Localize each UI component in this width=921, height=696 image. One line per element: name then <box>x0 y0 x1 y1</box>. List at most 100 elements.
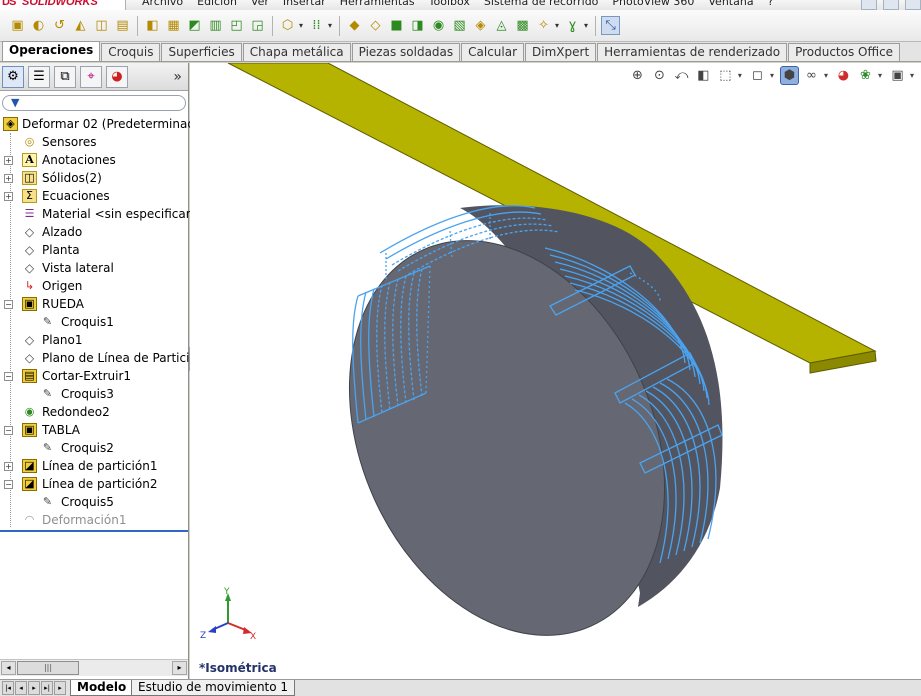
revolved-cut-icon[interactable]: ◧ <box>143 16 162 35</box>
horizontal-scrollbar[interactable]: ◂ ||| ▸ <box>0 659 188 676</box>
tree-item[interactable]: ◎ Sensores <box>0 133 188 151</box>
previous-view-icon[interactable]: ⤺ <box>672 66 691 85</box>
display-style-icon[interactable]: ◻ <box>748 66 767 85</box>
tree-item[interactable]: ↳ Origen <box>0 277 188 295</box>
chevron-down-icon[interactable]: ▾ <box>328 21 332 30</box>
sweep-icon[interactable]: ↺ <box>50 16 69 35</box>
split-line-icon[interactable]: ✧ <box>534 16 553 35</box>
configuration-manager-tab-icon[interactable]: ⧉ <box>54 65 76 88</box>
curves-icon[interactable]: ◇ <box>366 16 385 35</box>
dome-icon[interactable]: ◉ <box>429 16 448 35</box>
tree-item[interactable]: ◇ Vista lateral <box>0 259 188 277</box>
tab-herramientas-renderizado[interactable]: Herramientas de renderizado <box>597 43 788 61</box>
tab-estudio-movimiento[interactable]: Estudio de movimiento 1 <box>131 680 296 696</box>
tab-piezas-soldadas[interactable]: Piezas soldadas <box>351 43 461 61</box>
menu-photoview[interactable]: PhotoView 360 <box>612 0 694 8</box>
chevron-down-icon[interactable]: ▾ <box>770 71 774 80</box>
menu-edicion[interactable]: Edición <box>197 0 237 8</box>
section-view-icon[interactable]: ◧ <box>694 66 713 85</box>
tree-item[interactable]: + Σ Ecuaciones <box>0 187 188 205</box>
instant3d-toggle-icon[interactable]: ⤡ <box>601 16 621 35</box>
tab-croquis[interactable]: Croquis <box>101 43 161 61</box>
menu-herramientas[interactable]: Herramientas <box>340 0 415 8</box>
tab-modelo[interactable]: Modelo <box>70 680 134 696</box>
chevron-down-icon[interactable]: ▾ <box>878 71 882 80</box>
extruded-cut-icon[interactable]: ▤ <box>113 16 132 35</box>
rib-icon[interactable]: ▥ <box>206 16 225 35</box>
tree-root[interactable]: ◈ Deformar 02 (Predeterminado<<Predeterm… <box>0 115 501 133</box>
display-manager-tab-icon[interactable]: ◕ <box>106 65 128 88</box>
tree-item[interactable]: − ▣ RUEDA <box>0 295 188 313</box>
menu-toolbox[interactable]: Toolbox <box>429 0 470 8</box>
apply-scene-icon[interactable]: ❀ <box>856 66 875 85</box>
tab-operaciones[interactable]: Operaciones <box>2 41 101 61</box>
view-settings-icon[interactable]: ▣ <box>888 66 907 85</box>
scroll-right-icon[interactable]: ▸ <box>172 661 187 675</box>
hide-show-items-icon[interactable]: ∞ <box>802 66 821 85</box>
extrude-boss-icon[interactable]: ▣ <box>8 16 27 35</box>
tree-item[interactable]: ✎ Croquis5 <box>0 493 188 511</box>
tab-dimxpert[interactable]: DimXpert <box>525 43 597 61</box>
reference-geometry-icon[interactable]: ◆ <box>345 16 364 35</box>
hole-wizard-icon[interactable]: ⬡ <box>278 16 297 35</box>
tree-item[interactable]: − ◪ Línea de partición2 <box>0 475 188 493</box>
tab-superficies[interactable]: Superficies <box>161 43 242 61</box>
expand-icon[interactable]: + <box>4 192 13 201</box>
tab-more-icon[interactable]: ▸ <box>54 681 66 695</box>
property-manager-tab-icon[interactable]: ☰ <box>28 65 50 88</box>
mirror-icon[interactable]: ◨ <box>408 16 427 35</box>
freeform-icon[interactable]: ▩ <box>513 16 532 35</box>
edit-appearance-icon[interactable]: ◕ <box>834 66 853 85</box>
zoom-to-fit-icon[interactable]: ⊕ <box>628 66 647 85</box>
boundary-boss-icon[interactable]: ◫ <box>92 16 111 35</box>
shaded-view-icon[interactable]: ⬢ <box>779 66 799 85</box>
expand-icon[interactable]: + <box>4 462 13 471</box>
tree-item[interactable]: − ▣ TABLA <box>0 421 188 439</box>
tree-item[interactable]: + ◫ Sólidos(2) <box>0 169 188 187</box>
tree-item[interactable]: ◇ Plano de Línea de Partición <box>0 349 205 367</box>
fillet-icon[interactable]: ▦ <box>164 16 183 35</box>
tree-item[interactable]: ◇ Planta <box>0 241 188 259</box>
chamfer-icon[interactable]: ◩ <box>185 16 204 35</box>
tab-calcular[interactable]: Calcular <box>461 43 525 61</box>
draft-icon[interactable]: ◲ <box>248 16 267 35</box>
revolve-boss-icon[interactable]: ◐ <box>29 16 48 35</box>
curve-icon[interactable]: ɣ <box>563 16 582 35</box>
wrap-icon[interactable]: ▧ <box>450 16 469 35</box>
tree-item[interactable]: ✎ Croquis3 <box>0 385 188 403</box>
tree-item[interactable]: ◠ Deformación1 <box>0 511 188 529</box>
collapse-icon[interactable]: − <box>4 300 13 309</box>
tree-item[interactable]: − ▤ Cortar-Extruir1 <box>0 367 188 385</box>
tree-item[interactable]: ◉ Redondeo2 <box>0 403 188 421</box>
chevron-down-icon[interactable]: ▾ <box>738 71 742 80</box>
menu-insertar[interactable]: Insertar <box>283 0 326 8</box>
tab-productos-office[interactable]: Productos Office <box>788 43 901 61</box>
expand-icon[interactable]: + <box>4 156 13 165</box>
first-tab-icon[interactable]: |◂ <box>2 681 14 695</box>
loft-icon[interactable]: ◭ <box>71 16 90 35</box>
print-icon[interactable] <box>905 0 921 10</box>
menu-sistema-recorrido[interactable]: Sistema de recorrido <box>484 0 599 8</box>
tree-item[interactable]: ✎ Croquis1 <box>0 313 188 331</box>
chevron-down-icon[interactable]: ▾ <box>584 21 588 30</box>
tree-item[interactable]: ◇ Alzado <box>0 223 188 241</box>
tab-chapa-metalica[interactable]: Chapa metálica <box>242 43 351 61</box>
scroll-thumb[interactable]: ||| <box>17 661 79 675</box>
tree-filter-input[interactable]: ▼ <box>2 95 186 111</box>
scroll-left-icon[interactable]: ◂ <box>1 661 16 675</box>
menu-ventana[interactable]: Ventana <box>708 0 753 8</box>
menu-help[interactable]: ? <box>768 0 774 8</box>
dimxpert-manager-tab-icon[interactable]: ⌖ <box>80 65 102 88</box>
last-tab-icon[interactable]: ▸| <box>41 681 53 695</box>
tree-item[interactable]: ◇ Plano1 <box>0 331 188 349</box>
expand-icon[interactable]: + <box>4 174 13 183</box>
menu-ver[interactable]: Ver <box>251 0 269 8</box>
tree-item[interactable]: + A Anotaciones <box>0 151 188 169</box>
options-icon[interactable] <box>883 0 899 10</box>
chevron-down-icon[interactable]: ▾ <box>910 71 914 80</box>
more-tabs-icon[interactable]: » <box>173 69 182 85</box>
shell-icon[interactable]: ◰ <box>227 16 246 35</box>
collapse-icon[interactable]: − <box>4 372 13 381</box>
collapse-icon[interactable]: − <box>4 480 13 489</box>
solidworks-logo[interactable]: DS SOLIDWORKS <box>0 0 126 10</box>
